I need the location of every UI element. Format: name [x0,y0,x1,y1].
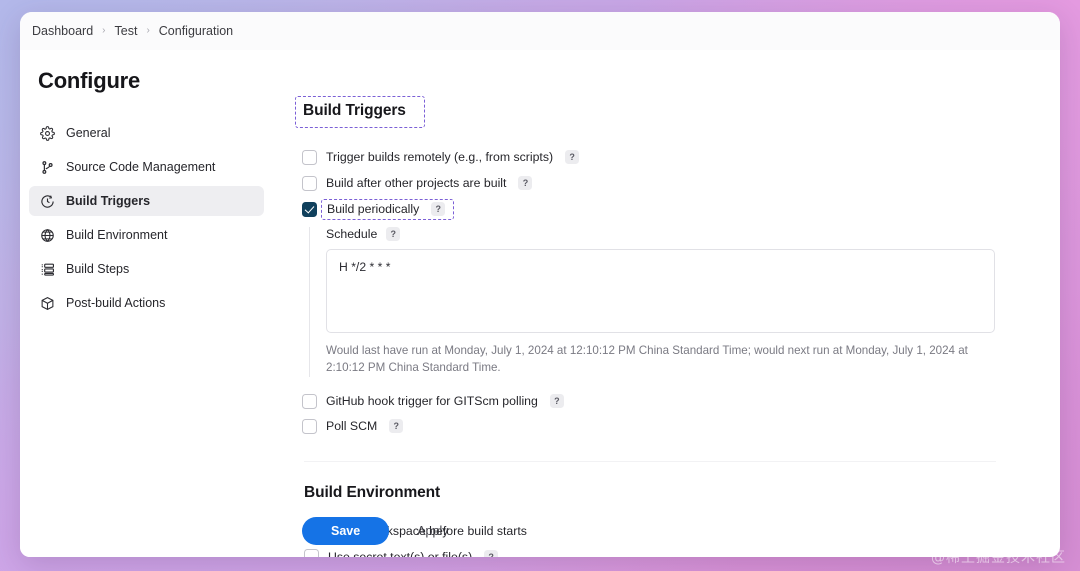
use-secret-text-label: Use secret text(s) or file(s) [328,549,473,557]
trigger-remotely-row[interactable]: Trigger builds remotely (e.g., from scri… [302,144,1002,170]
gear-icon [39,125,55,141]
window-body: Configure General Source Code Management… [20,50,1060,557]
sidebar-item-source-code-management[interactable]: Source Code Management [29,152,264,182]
build-triggers-extra-options: GitHub hook trigger for GITScm polling ?… [302,389,1002,439]
sidebar-item-build-environment[interactable]: Build Environment [29,220,264,250]
section-divider [304,460,996,462]
sidebar-item-post-build-actions[interactable]: Post-build Actions [29,288,264,318]
help-icon[interactable]: ? [431,201,446,216]
build-triggers-options: Trigger builds remotely (e.g., from scri… [302,144,1002,439]
globe-icon [39,227,55,243]
schedule-hint-text: Would last have run at Monday, July 1, 2… [326,344,968,374]
sidebar-item-label: Build Environment [66,228,168,242]
sidebar-item-build-steps[interactable]: Build Steps [29,254,264,284]
github-hook-trigger-checkbox[interactable] [302,393,317,409]
breadcrumb: Dashboard › Test › Configuration [20,12,1060,50]
save-button[interactable]: Save [302,517,390,545]
sidebar-item-label: General [66,126,111,140]
help-icon[interactable]: ? [484,549,499,557]
help-icon[interactable]: ? [565,150,580,164]
build-after-projects-row[interactable]: Build after other projects are built ? [302,170,1002,196]
breadcrumb-separator-icon: › [146,25,150,36]
main-content: Build Triggers Trigger builds remotely (… [273,50,1060,557]
help-icon[interactable]: ? [386,227,401,241]
sidebar-item-general[interactable]: General [29,118,264,148]
build-periodically-row[interactable]: Build periodically ? [302,196,1002,222]
schedule-block: Schedule ? Would last have run at Monday… [309,227,1002,377]
use-secret-text-checkbox[interactable] [304,549,319,557]
page-title: Configure [38,68,141,93]
build-environment-heading: Build Environment [304,483,441,501]
poll-scm-row[interactable]: Poll SCM ? [302,414,1002,439]
sidebar-item-build-triggers[interactable]: Build Triggers [29,186,264,216]
trigger-remotely-label: Trigger builds remotely (e.g., from scri… [326,150,554,164]
list-icon [39,261,55,277]
build-triggers-heading: Build Triggers [303,102,406,119]
build-periodically-label: Build periodically [327,201,420,216]
schedule-label-row: Schedule ? [326,227,1002,241]
help-icon[interactable]: ? [389,419,404,434]
breadcrumb-item-test[interactable]: Test [115,24,138,38]
git-branch-icon [39,159,55,175]
poll-scm-label: Poll SCM [326,419,378,434]
github-hook-trigger-label: GitHub hook trigger for GITScm polling [326,394,538,409]
sidebar-item-label: Post-build Actions [66,296,166,310]
github-hook-trigger-row[interactable]: GitHub hook trigger for GITScm polling ? [302,389,1002,414]
use-secret-text-row[interactable]: Use secret text(s) or file(s) ? [304,544,1002,557]
sidebar: Configure General Source Code Management… [20,50,273,557]
poll-scm-checkbox[interactable] [302,418,317,434]
sidebar-item-label: Build Triggers [66,194,151,208]
build-periodically-annotation: Build periodically ? [321,198,455,220]
schedule-label: Schedule [326,227,378,241]
help-icon[interactable]: ? [518,176,533,190]
breadcrumb-item-dashboard[interactable]: Dashboard [32,24,93,38]
build-periodically-checkbox[interactable] [302,201,317,217]
build-triggers-heading-annotation: Build Triggers [295,96,425,128]
sidebar-item-label: Build Steps [66,262,130,276]
sidebar-item-label: Source Code Management [66,160,216,174]
package-icon [39,295,55,311]
build-after-projects-label: Build after other projects are built [326,176,507,190]
clock-timer-icon [39,193,55,209]
apply-button[interactable]: Apply [395,517,470,545]
form-actions: Save Apply [302,517,470,545]
schedule-input[interactable] [326,249,995,333]
breadcrumb-item-configuration[interactable]: Configuration [159,24,233,38]
build-after-projects-checkbox[interactable] [302,175,317,191]
trigger-remotely-checkbox[interactable] [302,149,317,165]
breadcrumb-separator-icon: › [102,25,106,36]
help-icon[interactable]: ? [549,394,564,409]
app-window: Dashboard › Test › Configuration Configu… [20,12,1060,557]
